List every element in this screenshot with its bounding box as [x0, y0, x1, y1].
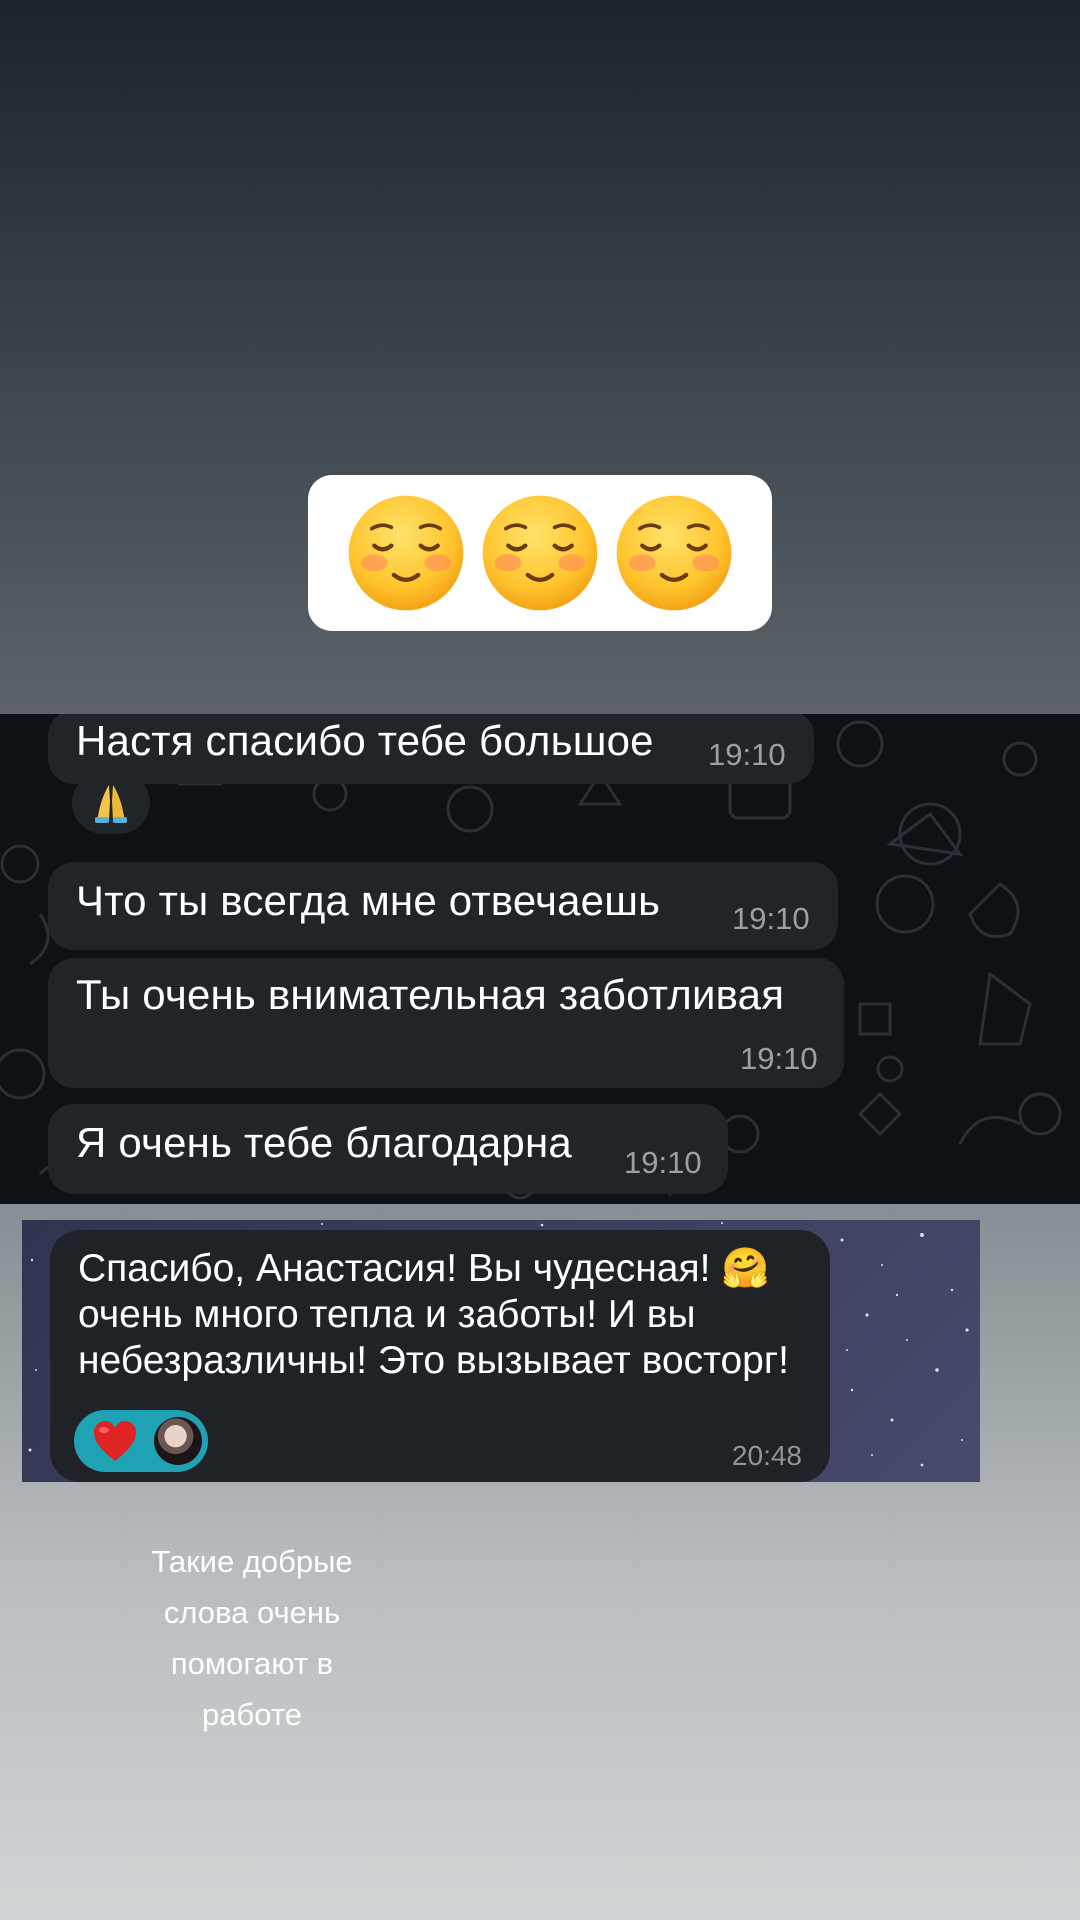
smiling-face-icon	[348, 495, 464, 611]
folded-hands-icon	[95, 785, 127, 823]
message-line: очень много тепла и заботы! И вы	[78, 1293, 696, 1336]
message-line: небезразличны! Это вызывает восторг!	[78, 1339, 789, 1382]
chat-screenshot-reply: Спасибо, Анастасия! Вы чудесная! 🤗 очень…	[22, 1220, 980, 1482]
message-bubble: Ты очень внимательная заботливая 19:10	[48, 958, 844, 1088]
smiling-face-icon	[616, 495, 732, 611]
message-text: Настя спасибо тебе большое	[76, 717, 654, 764]
message-text: Ты очень внимательная заботливая	[76, 971, 785, 1018]
message-bubble: Что ты всегда мне отвечаешь 19:10	[48, 862, 838, 950]
message-reaction[interactable]	[72, 772, 150, 834]
caption-line: помогают в	[170, 1646, 334, 1681]
message-time: 19:10	[732, 901, 810, 936]
caption-line: работе	[202, 1697, 302, 1732]
message-time: 19:10	[708, 737, 786, 772]
message-time: 20:48	[731, 1440, 802, 1471]
message-line: Спасибо, Анастасия! Вы чудесная! 🤗	[78, 1247, 770, 1290]
message-text: Я очень тебе благодарна	[76, 1119, 572, 1166]
red-heart-icon	[94, 1421, 136, 1461]
message-time: 19:10	[740, 1041, 818, 1076]
chat-screenshot-incoming: Настя спасибо тебе большое 19:10 Что ты …	[0, 714, 1080, 1204]
caption-line: слова очень	[163, 1595, 341, 1630]
message-bubble: Спасибо, Анастасия! Вы чудесная! 🤗 очень…	[50, 1230, 830, 1482]
avatar	[154, 1417, 202, 1465]
message-bubble: Я очень тебе благодарна 19:10	[48, 1104, 728, 1194]
reaction-chip[interactable]	[74, 1410, 208, 1472]
caption-line: Такие добрые	[151, 1544, 353, 1579]
message-time: 19:10	[624, 1145, 702, 1180]
story-caption: Такие добрые слова очень помогают в рабо…	[110, 1536, 394, 1740]
message-bubble: Настя спасибо тебе большое 19:10	[48, 714, 814, 784]
message-text: Что ты всегда мне отвечаешь	[76, 877, 661, 924]
emoji-sticker-card	[308, 475, 772, 631]
smiling-face-icon	[482, 495, 598, 611]
